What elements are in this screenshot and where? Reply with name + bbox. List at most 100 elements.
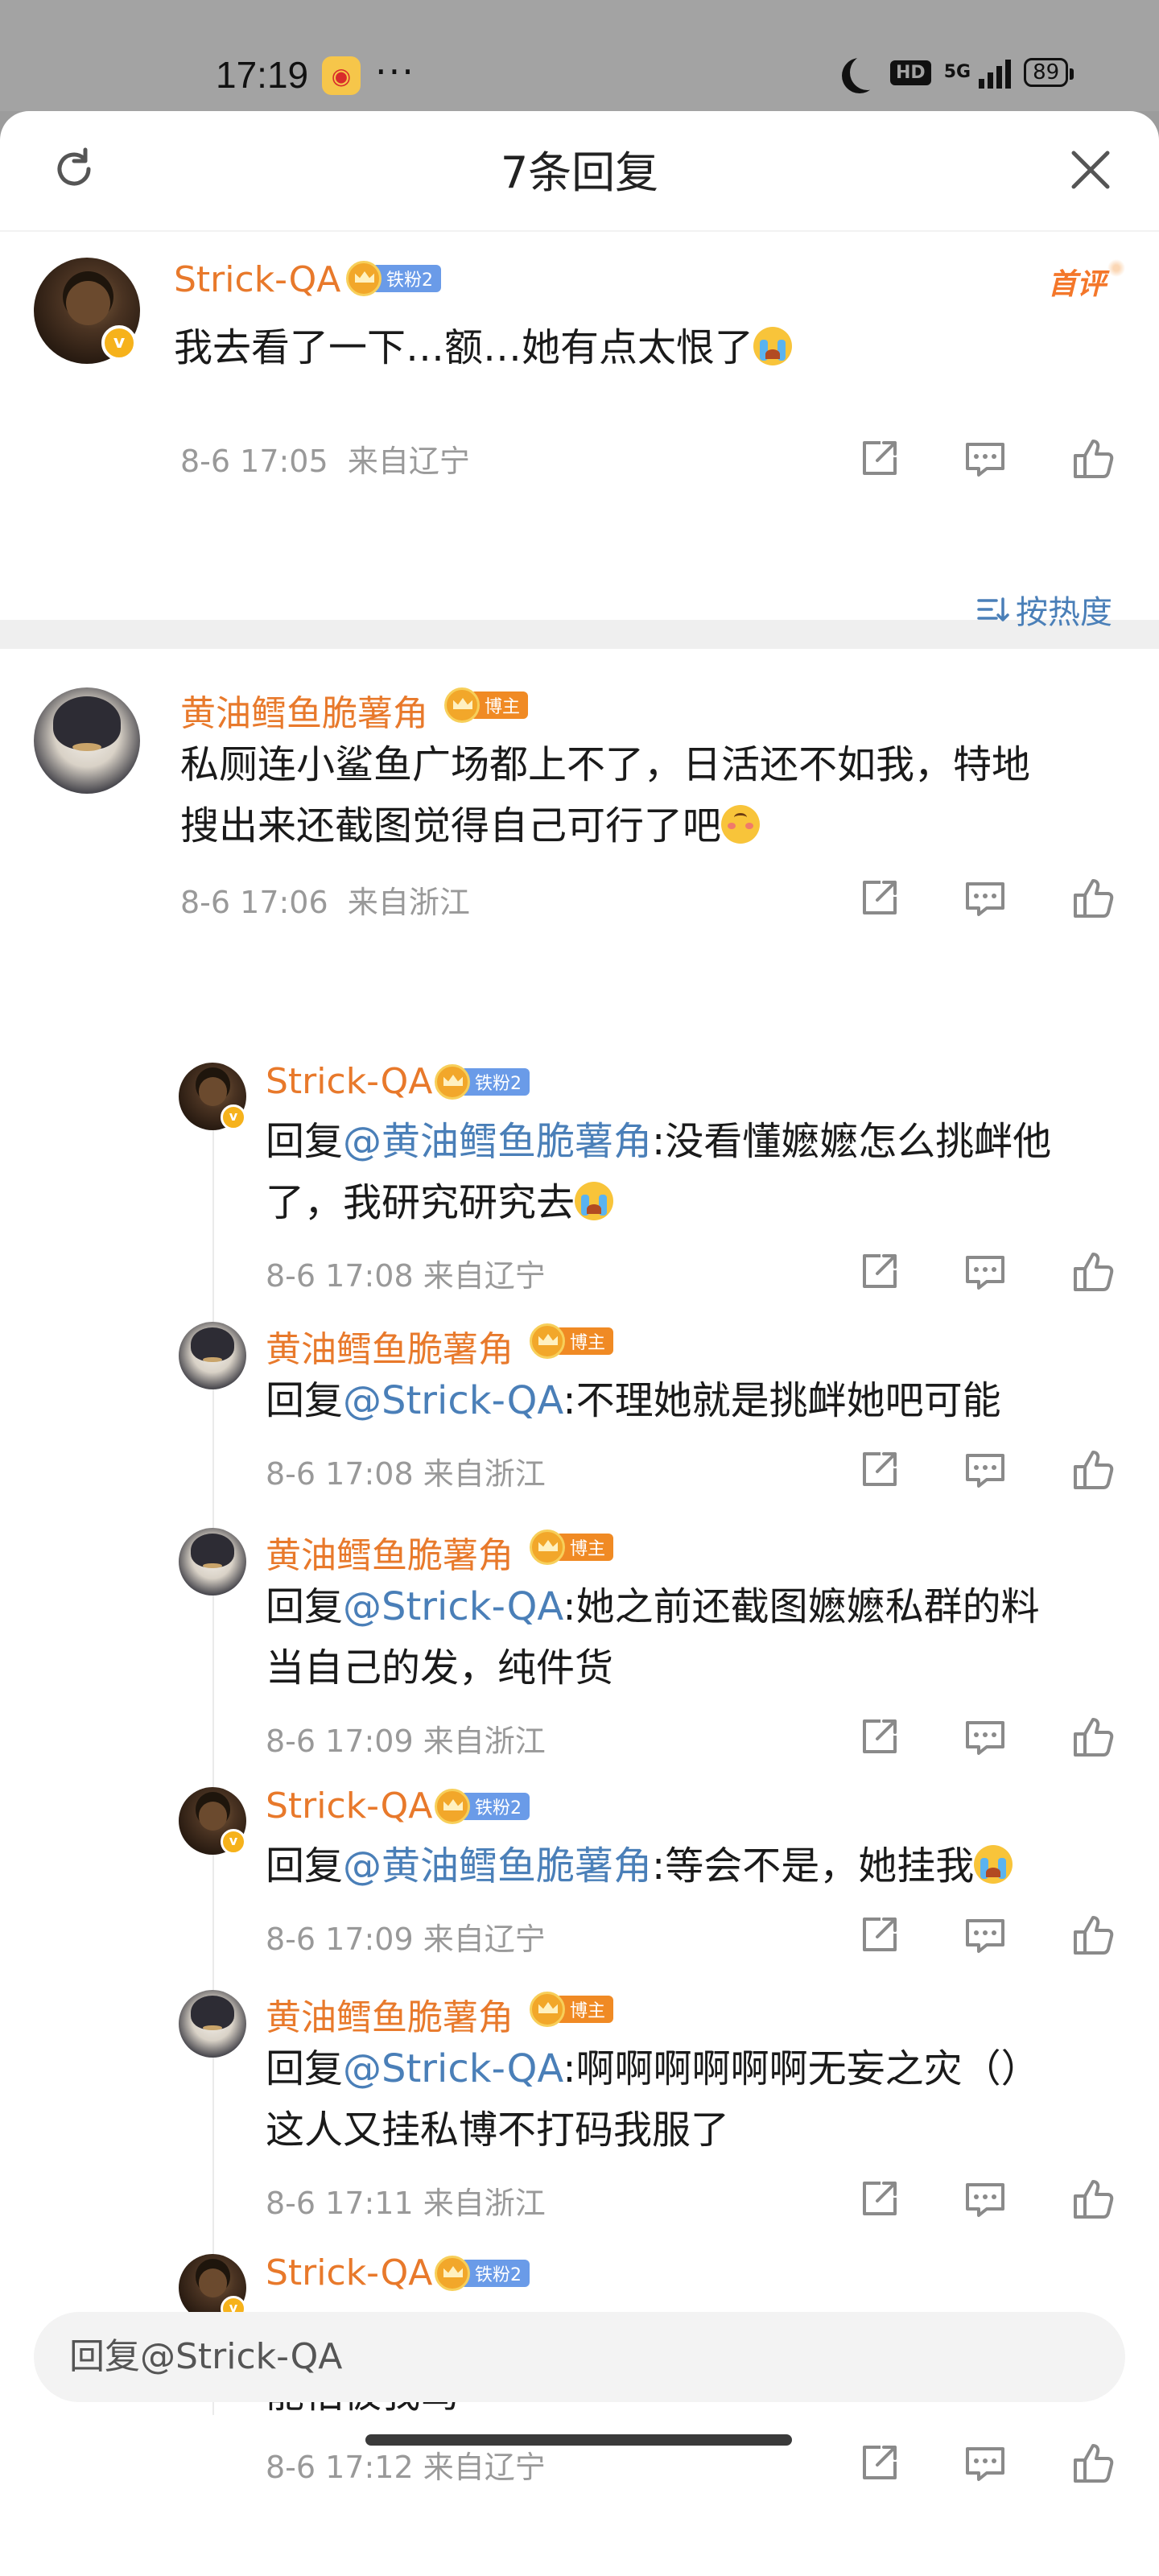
crown-icon [444,687,480,723]
author-badge: 博主 [530,1323,614,1359]
reply-text: 回复@黄油鳕鱼脆薯角:没看懂嬷嬷怎么挑衅他 了，我研究研究去 [266,1119,1052,1225]
fan-badge: 铁粉2 [435,2256,530,2291]
share-icon[interactable] [856,876,901,921]
signal-icon [979,56,1012,89]
comment-icon[interactable] [963,2177,1008,2222]
sort-button[interactable]: 按热度 [975,586,1112,633]
crying-emoji-icon [974,1845,1013,1884]
status-time: 17:19 [216,54,309,96]
reply-location: 来自辽宁 [423,1922,546,1957]
verified-icon: v [221,1104,246,1130]
reply-text: 回复@Strick-QA:她之前还截图嬷嬷私群的料 当自己的发，纯件货 [266,1584,1040,1690]
username[interactable]: 黄油鳕鱼脆薯角 [266,1526,514,1578]
like-icon[interactable] [1070,1447,1116,1492]
reply-text: 回复@Strick-QA:啊啊啊啊啊啊无妄之灾（） 这人又挂私博不打码我服了 [266,2046,1040,2153]
reply-meta: 8-6 17:12 来自辽宁 [266,2442,546,2487]
share-icon[interactable] [856,436,901,481]
author-badge: 博主 [444,687,529,723]
username[interactable]: Strick-QA [266,1061,432,1102]
blush-emoji-icon [721,805,761,844]
thread-line [212,1119,214,2415]
reply-time: 8-6 17:09 [266,1724,414,1759]
like-icon[interactable] [1070,2441,1116,2486]
share-icon[interactable] [856,1447,901,1492]
username[interactable]: 黄油鳕鱼脆薯角 [266,1988,514,2040]
weibo-icon: ◉ [322,56,361,95]
comment-icon[interactable] [963,1249,1008,1294]
mention-link[interactable]: @黄油鳕鱼脆薯角 [343,1119,652,1164]
verified-icon: v [221,1829,246,1855]
comment-text: 私厕连小鲨鱼广场都上不了，日活还不如我，特地 搜出来还截图觉得自己可行了吧 [180,742,1031,848]
comment-icon[interactable] [963,876,1008,921]
author-badge: 博主 [530,1992,614,2027]
reply-location: 来自浙江 [423,1456,546,1492]
home-indicator[interactable] [365,2434,792,2446]
like-icon[interactable] [1070,1913,1116,1958]
reply-input[interactable]: 回复@Strick-QA [34,2312,1125,2402]
mention-link[interactable]: @黄油鳕鱼脆薯角 [343,1843,652,1889]
avatar[interactable] [34,687,140,794]
sheet-header: 7条回复 [0,111,1159,232]
reply-location: 来自辽宁 [423,1258,546,1294]
mention-link[interactable]: @Strick-QA [343,2046,563,2091]
comment-location: 来自浙江 [347,885,470,920]
comment-icon[interactable] [963,436,1008,481]
reply-input-placeholder: 回复@Strick-QA [69,2336,343,2377]
reply-meta: 8-6 17:08 来自浙江 [266,1449,546,1493]
like-icon[interactable] [1070,436,1116,481]
share-icon[interactable] [856,2441,901,2486]
close-icon[interactable] [1067,147,1114,193]
crown-icon [435,1064,470,1100]
comment-time: 8-6 17:05 [180,444,328,479]
comment-icon[interactable] [963,1715,1008,1760]
username[interactable]: Strick-QA [266,1785,432,1827]
avatar[interactable] [179,1528,246,1596]
share-icon[interactable] [856,1715,901,1760]
reply-time: 8-6 17:12 [266,2450,414,2485]
share-icon[interactable] [856,1249,901,1294]
author-badge: 博主 [530,1530,614,1565]
network-type: 5G [943,62,971,82]
mention-link[interactable]: @Strick-QA [343,1378,563,1423]
reply-time: 8-6 17:11 [266,2186,414,2221]
reply-location: 来自辽宁 [423,2450,546,2485]
hd-icon: HD [890,60,931,85]
crying-emoji-icon [575,1182,614,1220]
like-icon[interactable] [1070,2177,1116,2222]
mention-link[interactable]: @Strick-QA [343,1584,563,1629]
comment-icon[interactable] [963,1913,1008,1958]
username[interactable]: Strick-QA [266,2252,432,2293]
share-icon[interactable] [856,2177,901,2222]
like-icon[interactable] [1070,876,1116,921]
reply-meta: 8-6 17:11 来自浙江 [266,2178,546,2223]
moon-icon [850,55,885,90]
first-comment-tag: 首评 [1048,258,1128,303]
username[interactable]: 黄油鳕鱼脆薯角 [266,1320,514,1372]
username[interactable]: 黄油鳕鱼脆薯角 [180,684,428,736]
fan-badge: 铁粉2 [435,1789,530,1824]
comment-location: 来自辽宁 [347,444,470,479]
battery-indicator: 89 [1024,58,1074,87]
share-icon[interactable] [856,1913,901,1958]
sort-icon [977,597,1009,621]
username[interactable]: Strick-QA [174,259,340,300]
avatar[interactable] [179,1990,246,2058]
comment-text: 我去看了一下…额…她有点太恨了 [174,317,793,378]
comment-icon[interactable] [963,1447,1008,1492]
crying-emoji-icon [753,327,793,365]
crown-icon [435,2256,470,2291]
reply-meta: 8-6 17:09 来自浙江 [266,1716,546,1761]
reply-time: 8-6 17:08 [266,1258,414,1294]
reply-meta: 8-6 17:08 来自辽宁 [266,1251,546,1295]
fan-badge: 铁粉2 [435,1064,530,1100]
reply-location: 来自浙江 [423,1724,546,1759]
reply-meta: 8-6 17:09 来自辽宁 [266,1914,546,1959]
comment-meta: 8-6 17:05 来自辽宁 [180,436,470,481]
like-icon[interactable] [1070,1715,1116,1760]
comment-meta: 8-6 17:06 来自浙江 [180,877,470,922]
avatar[interactable] [179,1322,246,1389]
reply-text: 回复@黄油鳕鱼脆薯角:等会不是，她挂我 [266,1835,1135,1897]
sheet-title: 7条回复 [500,147,659,198]
like-icon[interactable] [1070,1249,1116,1294]
comment-icon[interactable] [963,2441,1008,2486]
